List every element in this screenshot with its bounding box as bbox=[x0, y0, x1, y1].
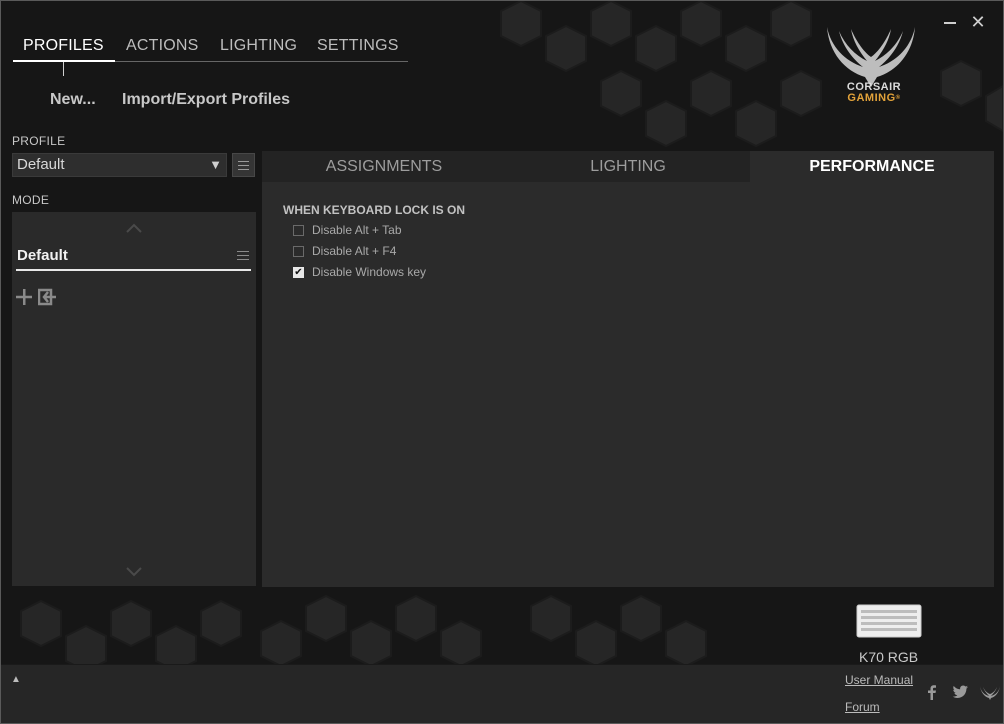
user-manual-link[interactable]: User Manual bbox=[845, 673, 913, 687]
scroll-up-chevron-icon[interactable] bbox=[124, 222, 144, 234]
option-label: Disable Windows key bbox=[312, 265, 427, 279]
mode-label: MODE bbox=[12, 193, 50, 207]
twitter-icon[interactable] bbox=[951, 684, 969, 700]
facebook-icon[interactable] bbox=[923, 684, 941, 700]
profile-dropdown[interactable]: Default ▼ bbox=[12, 153, 227, 177]
collapse-up-arrow-icon[interactable]: ▲ bbox=[11, 674, 21, 685]
app-window: PROFILES ACTIONS LIGHTING SETTINGS New..… bbox=[0, 0, 1004, 724]
main-tabs: ASSIGNMENTS LIGHTING PERFORMANCE bbox=[262, 151, 994, 182]
tab-actions[interactable]: ACTIONS bbox=[126, 37, 199, 55]
mode-item-default[interactable]: Default bbox=[16, 245, 251, 271]
tab-lighting-settings[interactable]: LIGHTING bbox=[506, 151, 750, 182]
device-name: K70 RGB bbox=[859, 649, 919, 665]
forum-link[interactable]: Forum bbox=[845, 700, 880, 714]
import-mode-icon[interactable] bbox=[38, 288, 58, 306]
checkbox[interactable] bbox=[293, 225, 304, 236]
checkbox[interactable] bbox=[293, 246, 304, 257]
corsair-gaming-wordmark: CORSAIR GAMING® bbox=[846, 81, 902, 104]
keyboard-device-icon[interactable] bbox=[856, 604, 922, 638]
minimize-button[interactable] bbox=[941, 13, 959, 31]
profile-label: PROFILE bbox=[12, 134, 66, 148]
add-mode-icon[interactable] bbox=[15, 288, 33, 306]
tab-lighting[interactable]: LIGHTING bbox=[220, 37, 297, 55]
section-title: WHEN KEYBOARD LOCK IS ON bbox=[283, 203, 466, 217]
active-tab-indicator bbox=[13, 60, 115, 62]
tab-assignments[interactable]: ASSIGNMENTS bbox=[262, 151, 506, 182]
main-panel: ASSIGNMENTS LIGHTING PERFORMANCE WHEN KE… bbox=[262, 151, 994, 587]
mode-item-menu-icon[interactable] bbox=[237, 251, 249, 261]
profile-menu-button[interactable] bbox=[232, 153, 255, 177]
tab-connector-line bbox=[63, 62, 64, 76]
tab-settings[interactable]: SETTINGS bbox=[317, 37, 399, 55]
close-button[interactable]: ✕ bbox=[969, 13, 987, 31]
tab-profiles[interactable]: PROFILES bbox=[23, 37, 104, 55]
mode-item-label: Default bbox=[17, 247, 68, 264]
tab-performance[interactable]: PERFORMANCE bbox=[750, 151, 994, 182]
profile-selected-value: Default bbox=[17, 156, 65, 173]
option-label: Disable Alt + Tab bbox=[312, 223, 402, 237]
checkbox-checked[interactable]: ✔ bbox=[293, 267, 304, 278]
top-navigation: PROFILES ACTIONS LIGHTING SETTINGS bbox=[13, 37, 408, 62]
corsair-sails-icon[interactable] bbox=[979, 684, 1001, 700]
mode-list-panel: Default bbox=[12, 212, 256, 586]
scroll-down-chevron-icon[interactable] bbox=[124, 566, 144, 578]
new-profile-button[interactable]: New... bbox=[50, 91, 96, 109]
option-label: Disable Alt + F4 bbox=[312, 244, 397, 258]
dropdown-arrow-icon: ▼ bbox=[209, 157, 222, 172]
import-export-profiles-button[interactable]: Import/Export Profiles bbox=[122, 91, 290, 109]
